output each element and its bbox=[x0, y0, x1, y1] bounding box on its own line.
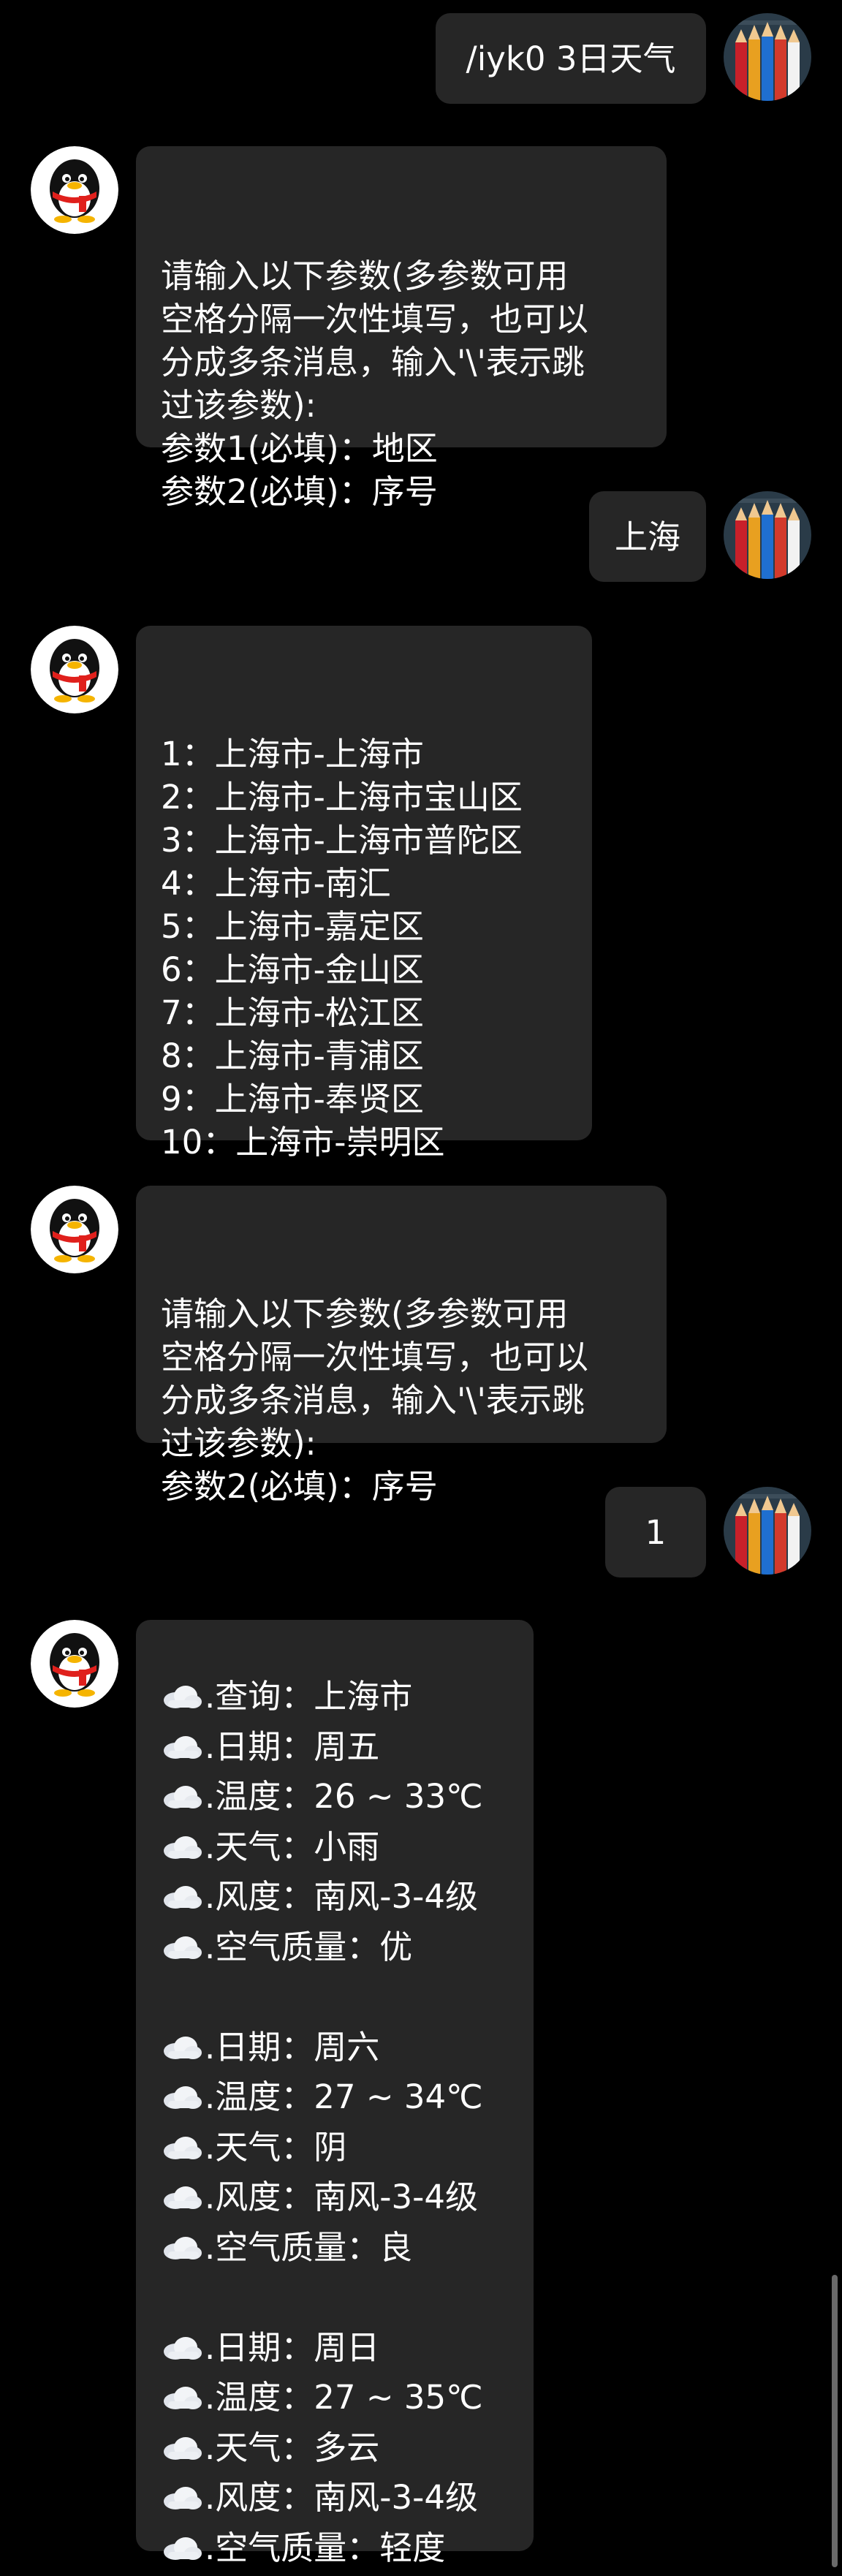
bot-avatar[interactable] bbox=[31, 626, 118, 713]
weather-line-text: .风度：南风-3-4级 bbox=[205, 2178, 479, 2216]
bot-avatar[interactable] bbox=[31, 146, 118, 234]
weather-line-text: .天气：多云 bbox=[205, 2428, 380, 2467]
weather-line: .风度：南风-3-4级 bbox=[161, 2473, 509, 2523]
user-message-bubble[interactable]: 上海 bbox=[589, 491, 706, 582]
cloud-icon bbox=[161, 1681, 203, 1711]
message-text: 上海 bbox=[614, 517, 680, 556]
cloud-icon bbox=[161, 1832, 203, 1861]
user-message-bubble[interactable]: /iyk0 3日天气 bbox=[436, 13, 706, 104]
weather-line: .空气质量：优 bbox=[161, 1922, 509, 1973]
cloud-icon bbox=[161, 2533, 203, 2562]
weather-line: .空气质量：轻度 bbox=[161, 2523, 509, 2574]
cloud-icon bbox=[161, 2132, 203, 2162]
bot-message-bubble[interactable]: 1：上海市-上海市 2：上海市-上海市宝山区 3：上海市-上海市普陀区 4：上海… bbox=[136, 626, 592, 1162]
user-avatar[interactable] bbox=[724, 13, 811, 101]
message-text: 请输入以下参数(多参数可用 空格分隔一次性填写，也可以 分成多条消息，输入'\'… bbox=[161, 257, 589, 511]
penguin-icon bbox=[31, 626, 118, 713]
scrollbar[interactable] bbox=[832, 2275, 838, 2567]
user-avatar[interactable] bbox=[724, 1487, 811, 1575]
weather-line: .日期：周五 bbox=[161, 1722, 509, 1773]
weather-line-text: .日期：周六 bbox=[205, 2027, 380, 2067]
weather-line: .查询：上海市 bbox=[161, 1672, 509, 1722]
cloud-icon bbox=[161, 2333, 203, 2362]
weather-line: .温度：27 ~ 35℃ bbox=[161, 2373, 509, 2423]
weather-line: .风度：南风-3-4级 bbox=[161, 2172, 509, 2223]
weather-line-text: .风度：南风-3-4级 bbox=[205, 2478, 479, 2517]
weather-line: .空气质量：良 bbox=[161, 2223, 509, 2273]
weather-line-text: .日期：周五 bbox=[205, 1727, 380, 1766]
weather-line-text: .风度：南风-3-4级 bbox=[205, 1877, 479, 1916]
cloud-icon bbox=[161, 1732, 203, 1761]
bot-message-bubble[interactable]: 请输入以下参数(多参数可用 空格分隔一次性填写，也可以 分成多条消息，输入'\'… bbox=[136, 146, 667, 511]
weather-line: .天气：阴 bbox=[161, 2123, 509, 2173]
weather-line-text: .温度：26 ~ 33℃ bbox=[205, 1777, 483, 1816]
weather-line-text: .温度：27 ~ 35℃ bbox=[205, 2378, 483, 2417]
weather-line-text: .空气质量：轻度 bbox=[205, 2528, 446, 2567]
weather-line-text: .温度：27 ~ 34℃ bbox=[205, 2077, 483, 2116]
pencils-icon bbox=[724, 1487, 811, 1575]
bot-avatar[interactable] bbox=[31, 1186, 118, 1273]
cloud-icon bbox=[161, 2232, 203, 2262]
cloud-icon bbox=[161, 1781, 203, 1811]
cloud-icon bbox=[161, 1882, 203, 1911]
weather-line: .风度：南风-3-4级 bbox=[161, 1872, 509, 1922]
cloud-icon bbox=[161, 2433, 203, 2462]
penguin-icon bbox=[31, 1620, 118, 1708]
cloud-icon bbox=[161, 2182, 203, 2211]
weather-line-text: .天气：小雨 bbox=[205, 1827, 380, 1866]
cloud-icon bbox=[161, 2482, 203, 2512]
user-avatar[interactable] bbox=[724, 491, 811, 579]
weather-line: .温度：27 ~ 34℃ bbox=[161, 2072, 509, 2123]
cloud-icon bbox=[161, 2082, 203, 2111]
bot-message-bubble[interactable]: 请输入以下参数(多参数可用 空格分隔一次性填写，也可以 分成多条消息，输入'\'… bbox=[136, 1186, 667, 1506]
weather-line: .日期：周六 bbox=[161, 2023, 509, 2073]
pencils-icon bbox=[724, 13, 811, 101]
weather-line-text: .天气：阴 bbox=[205, 2127, 347, 2167]
weather-line-text: .空气质量：良 bbox=[205, 2227, 413, 2267]
message-text: /iyk0 3日天气 bbox=[466, 39, 676, 78]
cloud-icon bbox=[161, 1932, 203, 1961]
message-text: 1 bbox=[645, 1512, 667, 1552]
weather-line: .天气：小雨 bbox=[161, 1822, 509, 1873]
message-text: 1：上海市-上海市 2：上海市-上海市宝山区 3：上海市-上海市普陀区 4：上海… bbox=[161, 735, 523, 1162]
weather-line-text: .日期：周日 bbox=[205, 2327, 380, 2367]
user-message-bubble[interactable]: 1 bbox=[605, 1487, 706, 1577]
penguin-icon bbox=[31, 146, 118, 234]
bot-avatar[interactable] bbox=[31, 1620, 118, 1708]
weather-line-text: .空气质量：优 bbox=[205, 1927, 413, 1966]
cloud-icon bbox=[161, 2032, 203, 2061]
pencils-icon bbox=[724, 491, 811, 579]
bot-message-bubble[interactable]: .查询：上海市 .日期：周五 .温度：26 ~ 33℃ .天气：小雨 .风度：南风-3-… bbox=[136, 1620, 534, 2567]
penguin-icon bbox=[31, 1186, 118, 1273]
weather-line: .日期：周日 bbox=[161, 2323, 509, 2374]
weather-line: .温度：26 ~ 33℃ bbox=[161, 1772, 509, 1822]
weather-line: .天气：多云 bbox=[161, 2423, 509, 2474]
message-text: 请输入以下参数(多参数可用 空格分隔一次性填写，也可以 分成多条消息，输入'\'… bbox=[161, 1295, 589, 1506]
weather-line-text: .查询：上海市 bbox=[205, 1677, 413, 1716]
cloud-icon bbox=[161, 2382, 203, 2412]
